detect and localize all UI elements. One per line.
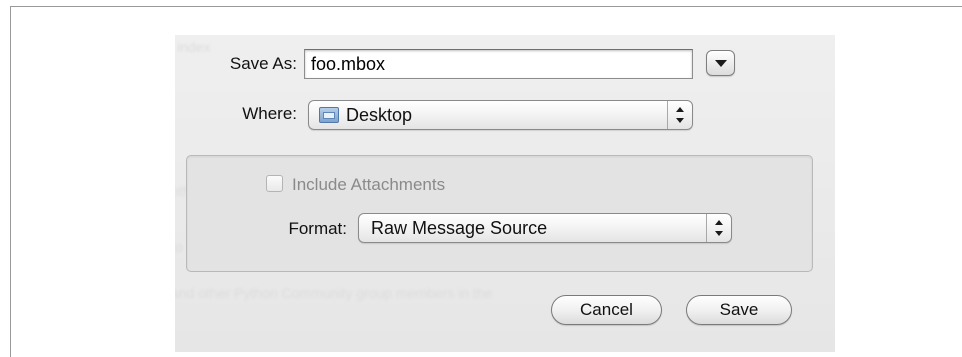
- save-as-label: Save As:: [229, 54, 297, 73]
- where-value: Desktop: [346, 105, 413, 125]
- up-down-arrows-icon: [706, 214, 731, 242]
- cancel-button[interactable]: Cancel: [551, 295, 662, 325]
- expand-dialog-button[interactable]: [706, 50, 735, 76]
- format-popup[interactable]: Raw Message Source: [358, 213, 732, 243]
- where-label: Where:: [242, 104, 297, 123]
- format-value: Raw Message Source: [371, 218, 548, 238]
- disclosure-triangle-icon: [715, 60, 727, 67]
- up-down-arrows-icon: [667, 101, 692, 129]
- background-text: index: [177, 39, 211, 55]
- page-frame: index other overrid Linkedin to the Web …: [10, 6, 962, 357]
- save-button[interactable]: Save: [686, 295, 792, 325]
- save-as-field[interactable]: foo.mbox: [304, 49, 693, 79]
- include-attachments-checkbox[interactable]: [266, 175, 283, 192]
- format-label: Format:: [288, 219, 347, 238]
- where-popup[interactable]: Desktop: [308, 100, 693, 130]
- include-attachments-label: Include Attachments: [292, 175, 446, 194]
- background-text: and other Python Community group members…: [175, 285, 493, 301]
- folder-icon: [319, 107, 339, 123]
- save-dialog: index other overrid Linkedin to the Web …: [175, 35, 835, 352]
